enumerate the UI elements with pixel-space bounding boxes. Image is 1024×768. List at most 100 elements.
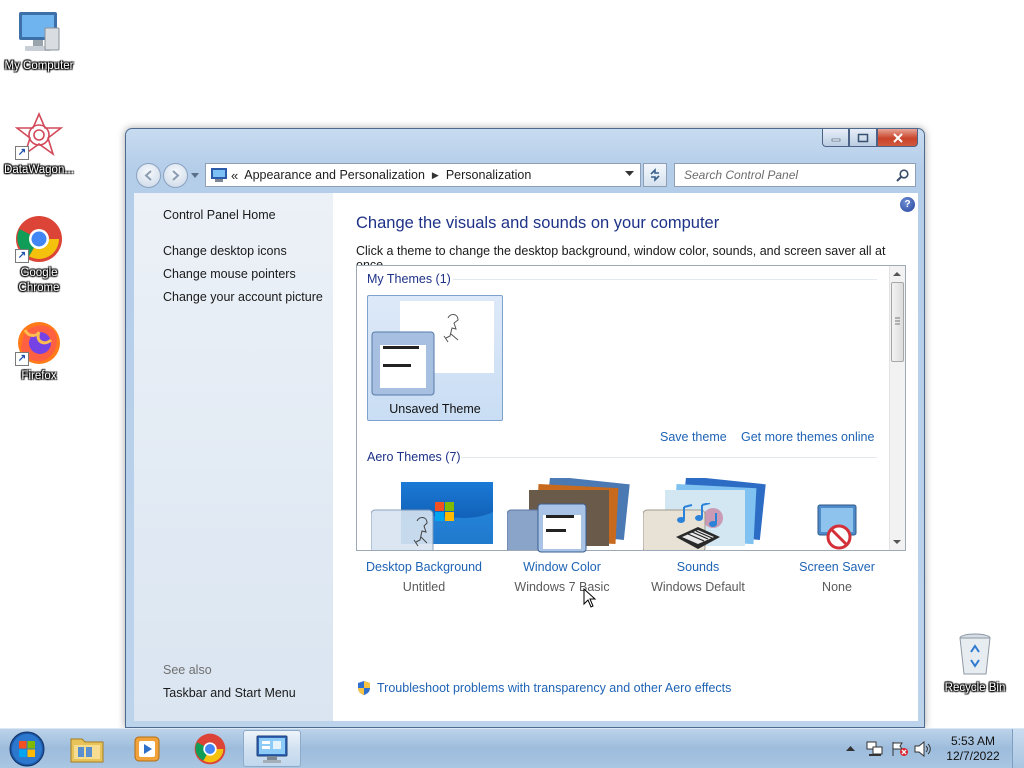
save-theme-link[interactable]: Save theme <box>660 430 727 444</box>
forward-arrow-icon <box>172 170 180 181</box>
change-account-picture-link[interactable]: Change your account picture <box>163 290 323 304</box>
desktop-icon-datawagon[interactable]: ↗ DataWagon... <box>0 111 78 178</box>
see-also-heading: See also <box>163 663 212 677</box>
chrome-icon <box>194 733 226 764</box>
show-desktop-button[interactable] <box>1012 729 1024 768</box>
refresh-icon <box>650 168 660 182</box>
screen-saver-item[interactable]: Screen Saver None <box>762 499 912 594</box>
computer-icon <box>15 8 63 56</box>
breadcrumb-personalization[interactable]: Personalization <box>446 168 531 182</box>
desktop-background-link[interactable]: Desktop Background <box>349 560 499 574</box>
address-bar[interactable]: « Appearance and Personalization ▶ Perso… <box>205 163 641 187</box>
shortcut-arrow-icon: ↗ <box>15 249 29 263</box>
taskbar: 5:53 AM 12/7/2022 <box>0 728 1024 768</box>
forward-button[interactable] <box>163 163 188 188</box>
minimize-button[interactable] <box>822 129 849 147</box>
sounds-link[interactable]: Sounds <box>623 560 773 574</box>
firefox-icon: ↗ <box>15 318 63 366</box>
desktop-background-item[interactable]: Desktop Background Untitled <box>349 499 499 594</box>
taskbar-explorer-button[interactable] <box>58 730 116 767</box>
shortcut-arrow-icon: ↗ <box>15 352 29 366</box>
group-divider <box>461 457 877 458</box>
scroll-up-icon[interactable] <box>890 268 904 280</box>
control-panel-home-link[interactable]: Control Panel Home <box>163 208 276 222</box>
desktop-icon-my-computer[interactable]: My Computer <box>0 8 78 74</box>
theme-preview-icon <box>371 301 494 396</box>
theme-tile-unsaved[interactable]: Unsaved Theme <box>367 295 503 421</box>
group-divider <box>453 279 877 280</box>
page-title: Change the visuals and sounds on your co… <box>356 214 720 232</box>
desktop-icon-label: Google Chrome <box>18 267 60 294</box>
desktop-icon-label: DataWagon... <box>4 164 74 176</box>
windows-start-icon <box>9 731 45 766</box>
breadcrumb-separator-icon[interactable]: ▶ <box>432 170 439 181</box>
taskbar-chrome-button[interactable] <box>181 730 239 767</box>
mouse-cursor-icon <box>583 588 597 608</box>
clock[interactable]: 5:53 AM 12/7/2022 <box>938 734 1008 764</box>
refresh-button[interactable] <box>643 163 667 187</box>
taskbar-control-panel-button[interactable] <box>243 730 301 767</box>
desktop-background-value: Untitled <box>402 580 446 594</box>
minimize-icon <box>831 138 840 141</box>
change-desktop-icons-link[interactable]: Change desktop icons <box>163 244 287 258</box>
taskbar-media-player-button[interactable] <box>118 730 176 767</box>
show-hidden-icons-icon[interactable] <box>846 745 855 752</box>
desktop-icon-label: My Computer <box>4 60 74 72</box>
search-icon[interactable] <box>896 169 909 182</box>
start-button[interactable] <box>2 730 52 767</box>
personalization-window: « Appearance and Personalization ▶ Perso… <box>125 128 925 728</box>
desktop-icon-firefox[interactable]: ↗ Firefox <box>0 318 78 384</box>
get-more-themes-link[interactable]: Get more themes online <box>741 430 874 444</box>
screen-saver-value: None <box>822 580 852 594</box>
theme-name: Unsaved Theme <box>389 402 481 416</box>
search-box[interactable] <box>674 163 916 187</box>
scrollbar-thumb[interactable] <box>891 282 904 362</box>
maximize-button[interactable] <box>849 129 877 147</box>
media-player-icon <box>134 736 160 761</box>
back-button[interactable] <box>136 163 161 188</box>
control-panel-icon <box>256 735 288 763</box>
chrome-icon: ↗ <box>15 215 63 263</box>
my-themes-header[interactable]: My Themes (1) <box>367 272 451 286</box>
address-dropdown-icon[interactable] <box>625 171 634 177</box>
breadcrumb-appearance[interactable]: Appearance and Personalization <box>244 168 425 182</box>
desktop-icon-label: Recycle Bin <box>944 682 1006 694</box>
desktop-icon-label: Firefox <box>21 370 57 382</box>
recycle-bin-icon <box>951 630 999 678</box>
aero-themes-header[interactable]: Aero Themes (7) <box>367 450 461 464</box>
desktop-background-icon <box>349 499 499 553</box>
change-mouse-pointers-link[interactable]: Change mouse pointers <box>163 267 296 281</box>
datawagon-icon: ↗ <box>14 111 64 160</box>
control-panel-icon <box>211 168 227 182</box>
window-color-value: Windows 7 Basic <box>514 580 610 594</box>
maximize-icon <box>857 133 869 142</box>
help-icon[interactable]: ? <box>900 197 915 212</box>
shortcut-arrow-icon: ↗ <box>15 146 29 160</box>
search-input[interactable] <box>682 167 892 183</box>
close-icon <box>892 132 903 143</box>
network-icon[interactable] <box>866 741 884 757</box>
recent-pages-dropdown-icon[interactable] <box>191 173 199 179</box>
close-button[interactable] <box>877 129 918 147</box>
back-arrow-icon <box>144 170 152 181</box>
window-color-item[interactable]: Window Color Windows 7 Basic <box>487 499 637 594</box>
address-overflow[interactable]: « <box>231 168 238 183</box>
taskbar-start-menu-link[interactable]: Taskbar and Start Menu <box>163 686 296 700</box>
sounds-value: Windows Default <box>651 580 745 594</box>
window-controls <box>822 129 918 147</box>
troubleshoot-aero-link[interactable]: Troubleshoot problems with transparency … <box>377 681 731 695</box>
clock-date: 12/7/2022 <box>946 749 1000 763</box>
desktop-icon-google-chrome[interactable]: ↗ Google Chrome <box>0 215 78 296</box>
navigation-pane: Control Panel Home Change desktop icons … <box>134 193 333 721</box>
folder-icon <box>70 738 104 762</box>
window-color-icon <box>487 499 637 553</box>
shield-icon <box>358 681 370 695</box>
window-color-link[interactable]: Window Color <box>487 560 637 574</box>
content-pane: ? Change the visuals and sounds on your … <box>333 193 918 721</box>
sounds-item[interactable]: Sounds Windows Default <box>623 499 773 594</box>
screen-saver-icon <box>762 499 912 553</box>
action-center-icon[interactable] <box>891 741 909 757</box>
desktop-icon-recycle-bin[interactable]: Recycle Bin <box>936 630 1014 696</box>
screen-saver-link[interactable]: Screen Saver <box>762 560 912 574</box>
volume-icon[interactable] <box>914 741 932 757</box>
